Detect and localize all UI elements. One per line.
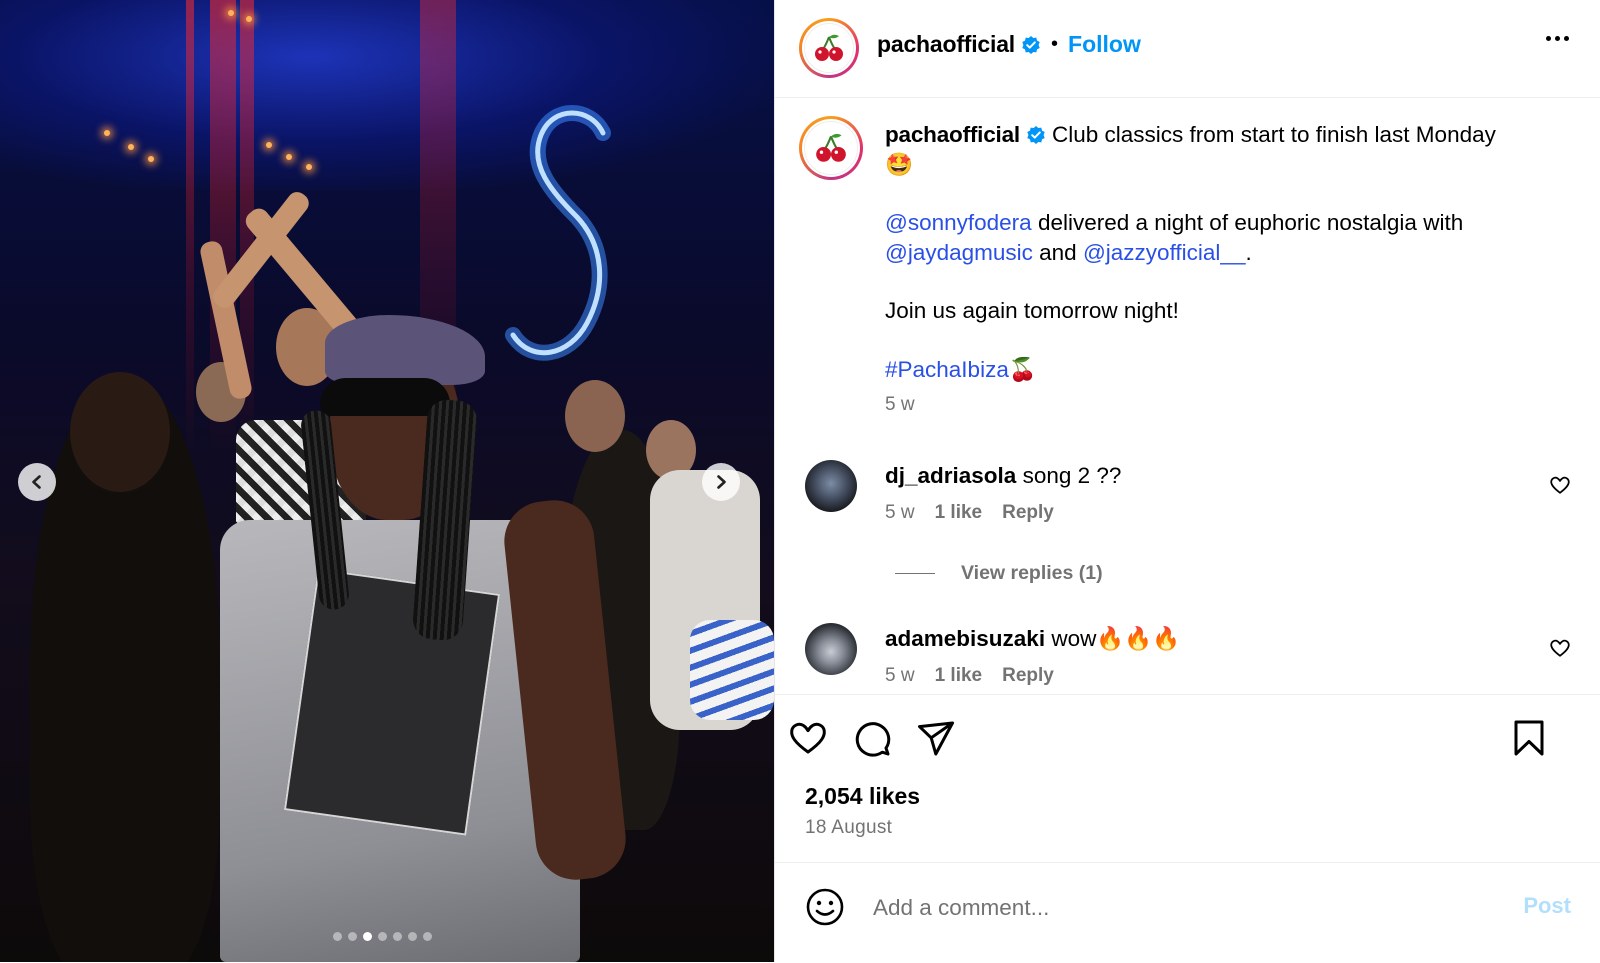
comment-icon[interactable] (851, 717, 893, 759)
commenter-avatar[interactable] (805, 623, 857, 675)
mention-link[interactable]: @jaydagmusic (885, 240, 1033, 265)
carousel-dot (408, 932, 417, 941)
caption-line3: Join us again tomorrow night! (885, 298, 1179, 323)
add-comment-bar: Post (775, 862, 1600, 963)
verified-badge-icon (1027, 126, 1045, 144)
separator-dot: • (1051, 33, 1059, 55)
shirt-print (283, 568, 501, 836)
stage-light (246, 16, 252, 22)
bandana (325, 315, 485, 385)
more-options-button[interactable] (1546, 36, 1569, 41)
stage-light (286, 154, 292, 160)
comment-input[interactable] (871, 889, 1475, 927)
comments-scroll-area[interactable]: pachaofficial Club classics from start t… (775, 98, 1600, 694)
comment-likes[interactable]: 1 like (935, 502, 983, 523)
comment-timestamp[interactable]: 5 w (885, 502, 915, 523)
post-caption: pachaofficial Club classics from start t… (885, 120, 1565, 420)
comment-username[interactable]: dj_adriasola (885, 463, 1016, 488)
emoji-icon[interactable] (805, 887, 845, 927)
carousel-dot (333, 932, 342, 941)
comment: adamebisuzaki wow🔥🔥🔥 5 w 1 like Reply (885, 624, 1525, 690)
striped-fabric (690, 620, 774, 720)
stage-light (266, 142, 272, 148)
carousel-dot (348, 932, 357, 941)
mention-link[interactable]: @sonnyfodera (885, 210, 1032, 235)
like-comment-heart-icon[interactable] (1549, 637, 1571, 659)
carousel-dot (393, 932, 402, 941)
person-head (565, 380, 625, 452)
post-panel: pachaofficial • Follow pachaofficial Clu… (774, 0, 1600, 962)
comment-username[interactable]: adamebisuzaki (885, 626, 1045, 651)
commenter-avatar[interactable] (805, 460, 857, 512)
red-light-beam (186, 0, 194, 460)
caption-emoji: 🤩 (885, 151, 914, 177)
comment-likes[interactable]: 1 like (935, 665, 983, 686)
stage-light (128, 144, 134, 150)
carousel-dot (363, 932, 372, 941)
post-header: pachaofficial • Follow (775, 0, 1600, 98)
post-date[interactable]: 18 August (805, 817, 892, 839)
caption-author[interactable]: pachaofficial (885, 122, 1020, 147)
carousel-next-button[interactable] (702, 463, 740, 501)
chevron-left-icon (32, 475, 41, 489)
post-actions: 2,054 likes 18 August (775, 694, 1600, 863)
cherries-logo-icon (816, 133, 846, 162)
caption-timestamp[interactable]: 5 w (885, 390, 1565, 420)
hashtag-link[interactable]: #PachaIbiza (885, 357, 1009, 382)
reply-button[interactable]: Reply (1002, 502, 1054, 523)
bookmark-icon[interactable] (1508, 717, 1550, 759)
heart-icon[interactable] (787, 717, 829, 759)
send-icon[interactable] (915, 717, 957, 759)
author-avatar[interactable] (799, 18, 859, 78)
ceiling-lights (0, 0, 774, 190)
follow-button[interactable]: Follow (1068, 31, 1141, 58)
stage-light (306, 164, 312, 170)
cherries-logo-icon (815, 34, 843, 61)
carousel-indicator (333, 932, 432, 941)
comment-text: song 2 ?? (1016, 463, 1122, 488)
caption-text: delivered a night of euphoric nostalgia … (1031, 210, 1464, 235)
comment: dj_adriasola song 2 ?? 5 w 1 like Reply (885, 461, 1525, 527)
reply-button[interactable]: Reply (1002, 665, 1054, 686)
comment-text: wow🔥🔥🔥 (1045, 626, 1181, 651)
post-media[interactable] (0, 0, 774, 962)
neon-sign (505, 105, 611, 361)
caption-author-avatar[interactable] (799, 116, 863, 180)
stage-light (148, 156, 154, 162)
carousel-dot (378, 932, 387, 941)
person-head (70, 372, 170, 492)
chevron-right-icon (717, 475, 726, 489)
verified-badge-icon (1022, 35, 1040, 54)
caption-line1: Club classics from start to finish last … (1051, 122, 1496, 147)
view-replies-button[interactable]: View replies (1) (895, 562, 1103, 585)
likes-count[interactable]: 2,054 likes (805, 783, 920, 810)
caption-text: and (1032, 239, 1083, 265)
more-options-icon (1546, 36, 1551, 41)
view-replies-label: View replies (1) (961, 562, 1103, 584)
post-comment-button[interactable]: Post (1523, 893, 1571, 919)
carousel-prev-button[interactable] (18, 463, 56, 501)
comment-timestamp[interactable]: 5 w (885, 665, 915, 686)
caption-text: . (1245, 239, 1252, 265)
hashtag-emoji: 🍒 (1008, 356, 1037, 382)
mention-link[interactable]: @jazzyofficial__ (1083, 240, 1246, 265)
author-username[interactable]: pachaofficial (877, 31, 1015, 58)
carousel-dot (423, 932, 432, 941)
like-comment-heart-icon[interactable] (1549, 474, 1571, 496)
stage-light (104, 130, 110, 136)
stage-light (228, 10, 234, 16)
